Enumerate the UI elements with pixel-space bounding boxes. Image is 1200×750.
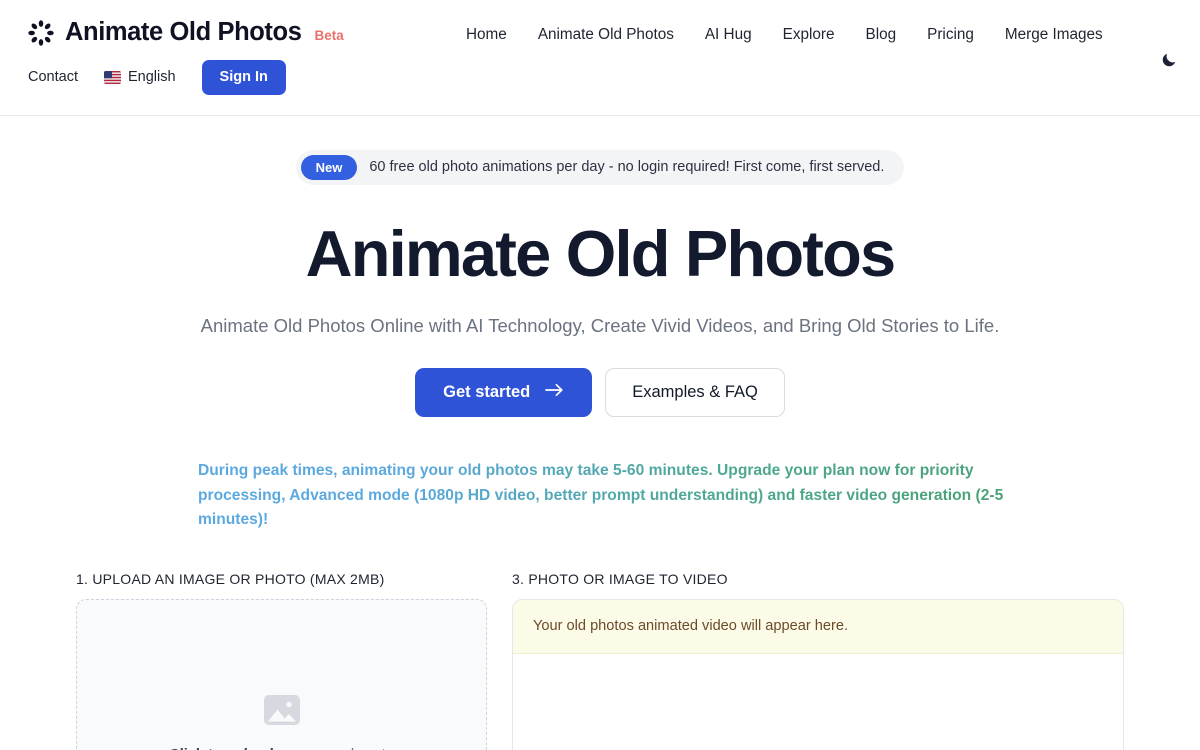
brand[interactable]: Animate Old Photos Beta <box>28 20 344 46</box>
language-selector[interactable]: English <box>103 69 176 86</box>
get-started-button[interactable]: Get started <box>415 368 593 418</box>
header-secondary-row: Contact English Sign In <box>28 60 286 95</box>
hero-subtitle: Animate Old Photos Online with AI Techno… <box>200 315 1000 336</box>
video-column: 3. PHOTO OR IMAGE TO VIDEO Your old phot… <box>512 571 1124 750</box>
brand-title: Animate Old Photos <box>65 18 302 47</box>
beta-badge: Beta <box>314 28 344 44</box>
announcement-text: 60 free old photo animations per day - n… <box>369 159 885 176</box>
image-placeholder-icon <box>260 688 304 732</box>
upload-column: 1. UPLOAD AN IMAGE OR PHOTO (MAX 2MB) Cl… <box>76 571 487 750</box>
get-started-label: Get started <box>443 383 531 402</box>
nav-item-home[interactable]: Home <box>466 26 507 44</box>
nav-item-ai-hug[interactable]: AI Hug <box>705 26 752 44</box>
upload-dropzone[interactable]: Click to upload or copy and paste PNG, J… <box>76 598 487 750</box>
site-header: Animate Old Photos Beta Contact English <box>0 0 1200 116</box>
video-banner: Your old photos animated video will appe… <box>513 599 1123 654</box>
announcement-banner[interactable]: New 60 free old photo animations per day… <box>295 150 905 185</box>
nav-item-blog[interactable]: Blog <box>866 26 897 44</box>
examples-faq-button[interactable]: Examples & FAQ <box>605 368 785 418</box>
arrow-right-icon <box>545 383 564 402</box>
nav-item-explore[interactable]: Explore <box>783 26 835 44</box>
hero-section: New 60 free old photo animations per day… <box>0 116 1200 533</box>
announcement-tag: New <box>300 155 358 180</box>
video-output-panel: Your old photos animated video will appe… <box>512 598 1124 750</box>
video-step-label: 3. PHOTO OR IMAGE TO VIDEO <box>512 570 728 587</box>
us-flag-icon <box>103 70 121 84</box>
main-nav: Home Animate Old Photos AI Hug Explore B… <box>466 26 1103 44</box>
theme-toggle-button[interactable] <box>1154 46 1184 76</box>
contact-link[interactable]: Contact <box>28 69 78 85</box>
page-title: Animate Old Photos <box>305 217 897 290</box>
sparkle-burst-icon <box>28 20 54 46</box>
nav-item-animate-old-photos[interactable]: Animate Old Photos <box>538 26 674 44</box>
workspace: 1. UPLOAD AN IMAGE OR PHOTO (MAX 2MB) Cl… <box>0 571 1200 750</box>
notice-part1: During peak times, animating your old ph… <box>198 462 718 480</box>
sign-in-button[interactable]: Sign In <box>201 60 286 95</box>
language-label: English <box>127 69 176 86</box>
video-banner-text: Your old photos animated video will appe… <box>533 617 849 634</box>
page-root: Animate Old Photos Beta Contact English <box>0 0 1200 750</box>
moon-icon <box>1161 51 1178 71</box>
upload-step-label: 1. UPLOAD AN IMAGE OR PHOTO (MAX 2MB) <box>76 570 385 587</box>
video-body <box>513 653 1123 750</box>
cta-row: Get started Examples & FAQ <box>0 368 1200 418</box>
nav-item-merge-images[interactable]: Merge Images <box>1005 26 1103 44</box>
peak-time-notice: During peak times, animating your old ph… <box>191 459 1009 533</box>
nav-item-pricing[interactable]: Pricing <box>927 26 974 44</box>
upgrade-plan-link[interactable]: Upgrade your plan now <box>717 462 890 479</box>
